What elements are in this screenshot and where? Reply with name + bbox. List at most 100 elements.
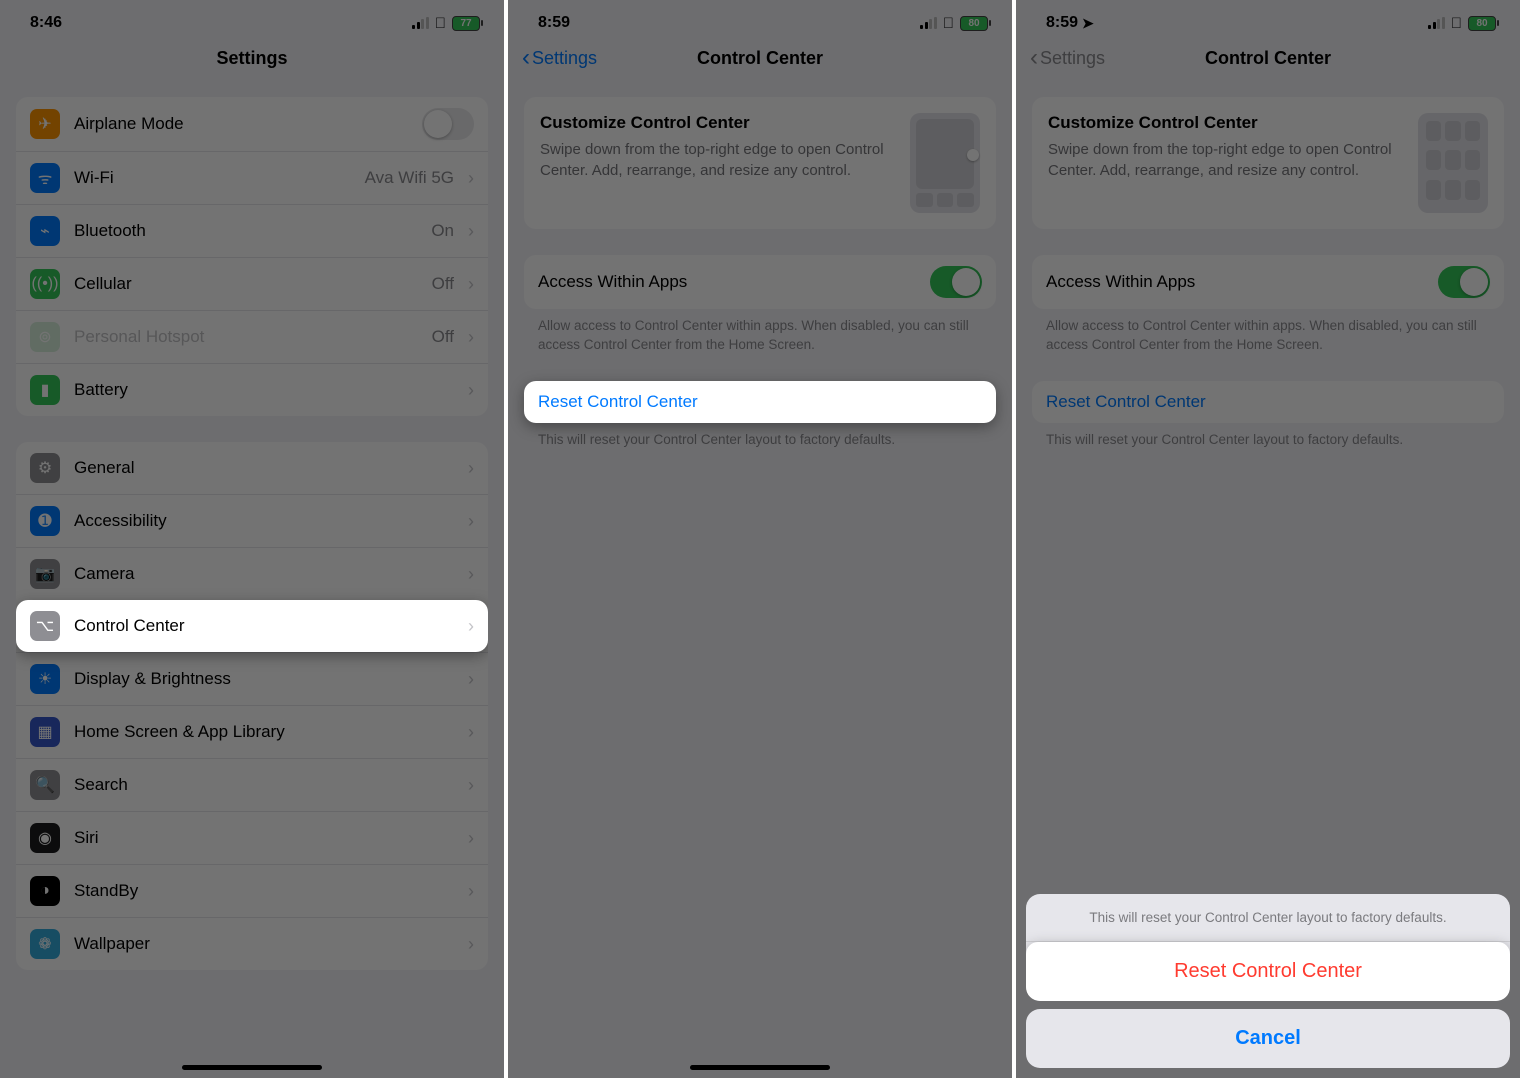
settings-row-camera[interactable]: 📷 Camera › — [16, 547, 488, 600]
access-icon: ➊ — [30, 506, 60, 536]
chevron-right-icon: › — [468, 722, 474, 743]
row-label: Wi-Fi — [74, 168, 351, 188]
settings-row-battery[interactable]: ▮ Battery › — [16, 363, 488, 416]
access-within-apps-cell: Access Within Apps — [524, 255, 996, 309]
wifi-icon: ᯤ — [30, 163, 60, 193]
settings-row-airplane-mode[interactable]: ✈Airplane Mode — [16, 97, 488, 151]
settings-row-cellular[interactable]: ((•))CellularOff› — [16, 257, 488, 310]
row-label: Bluetooth — [74, 221, 417, 241]
settings-row-wi-fi[interactable]: ᯤ Wi-Fi Ava Wifi 5G › — [16, 151, 488, 204]
bt-icon: ⌁ — [30, 216, 60, 246]
customize-title: Customize Control Center — [1048, 113, 1404, 133]
back-label: Settings — [532, 48, 597, 69]
sheet-cancel-button[interactable]: Cancel — [1026, 1009, 1510, 1068]
row-label: Camera — [74, 564, 454, 584]
wifi-icon: 􀙇 — [435, 15, 446, 32]
row-label: Display & Brightness — [74, 669, 454, 689]
cellular-signal-icon — [412, 17, 429, 29]
chevron-right-icon: › — [468, 458, 474, 479]
customize-body: Swipe down from the top-right edge to op… — [540, 139, 896, 181]
screenshot-control-center: 8:59 􀙇 80 ‹ Settings Control Center Cust… — [508, 0, 1016, 1078]
settings-row-siri[interactable]: ◉Siri› — [16, 811, 488, 864]
home-indicator[interactable] — [690, 1065, 830, 1070]
access-toggle[interactable] — [930, 266, 982, 298]
settings-row-home-screen-app-library[interactable]: ▦ Home Screen & App Library › — [16, 705, 488, 758]
camera-icon: 📷 — [30, 559, 60, 589]
chevron-right-icon: › — [468, 221, 474, 242]
chevron-right-icon: › — [468, 327, 474, 348]
chevron-right-icon: › — [468, 881, 474, 902]
row-value: On — [431, 221, 454, 241]
status-bar: 8:46 􀙇 77 — [0, 0, 504, 38]
access-label: Access Within Apps — [1046, 272, 1424, 292]
settings-row-control-center[interactable]: ⌥ Control Center › — [16, 600, 488, 652]
row-value: Off — [432, 327, 454, 347]
row-label: Personal Hotspot — [74, 327, 418, 347]
gear-icon: ⚙ — [30, 453, 60, 483]
customize-cell[interactable]: Customize Control Center Swipe down from… — [524, 97, 996, 229]
reset-label: Reset Control Center — [1046, 392, 1490, 412]
status-bar: 8:59 􀙇 80 — [508, 0, 1012, 38]
home-indicator[interactable] — [182, 1065, 322, 1070]
battery-icon: 80 — [960, 16, 988, 31]
row-label: Search — [74, 775, 454, 795]
wifi-icon: 􀙇 — [1451, 15, 1462, 32]
chevron-right-icon: › — [468, 669, 474, 690]
cc-icon: ⌥ — [30, 611, 60, 641]
row-label: Airplane Mode — [74, 114, 408, 134]
chevron-right-icon: › — [468, 616, 474, 637]
row-label: Control Center — [74, 616, 454, 636]
hotspot-icon: ⊚ — [30, 322, 60, 352]
battery-icon: 80 — [1468, 16, 1496, 31]
reset-control-center-cell[interactable]: Reset Control Center — [524, 381, 996, 423]
sheet-message: This will reset your Control Center layo… — [1026, 894, 1510, 942]
wall-icon: ❁ — [30, 929, 60, 959]
access-note: Allow access to Control Center within ap… — [1016, 309, 1520, 355]
reset-label: Reset Control Center — [538, 392, 982, 412]
reset-note: This will reset your Control Center layo… — [1016, 423, 1520, 450]
sheet-reset-button[interactable]: Reset Control Center — [1026, 942, 1510, 1001]
chevron-right-icon: › — [468, 564, 474, 585]
chevron-right-icon: › — [468, 168, 474, 189]
access-toggle — [1438, 266, 1490, 298]
back-button: ‹ Settings — [1030, 48, 1105, 69]
action-sheet: This will reset your Control Center layo… — [1026, 894, 1510, 1068]
search-icon: 🔍 — [30, 770, 60, 800]
customize-title: Customize Control Center — [540, 113, 896, 133]
battery-icon: ▮ — [30, 375, 60, 405]
settings-row-personal-hotspot[interactable]: ⊚ Personal Hotspot Off › — [16, 310, 488, 363]
back-label: Settings — [1040, 48, 1105, 69]
nav-bar: Settings — [0, 38, 504, 85]
settings-row-display-brightness[interactable]: ☀ Display & Brightness › — [16, 652, 488, 705]
reset-note: This will reset your Control Center layo… — [508, 423, 1012, 450]
back-button[interactable]: ‹ Settings — [522, 48, 597, 69]
settings-group-general: ⚙General›➊Accessibility› 📷 Camera › ⌥ Control… — [16, 442, 488, 970]
chevron-right-icon: › — [468, 274, 474, 295]
page-title: Settings — [216, 48, 287, 69]
standby-icon: ◑ — [30, 876, 60, 906]
status-time: 8:59 — [1046, 14, 1078, 32]
row-value: Ava Wifi 5G — [365, 168, 454, 188]
access-within-apps-cell: Access Within Apps — [1032, 255, 1504, 309]
location-icon: ➤ — [1082, 15, 1094, 32]
settings-row-accessibility[interactable]: ➊Accessibility› — [16, 494, 488, 547]
row-label: StandBy — [74, 881, 454, 901]
settings-row-bluetooth[interactable]: ⌁ Bluetooth On › — [16, 204, 488, 257]
display-icon: ☀ — [30, 664, 60, 694]
row-label: Wallpaper — [74, 934, 454, 954]
settings-row-wallpaper[interactable]: ❁Wallpaper› — [16, 917, 488, 970]
settings-row-standby[interactable]: ◑ StandBy › — [16, 864, 488, 917]
page-title: Control Center — [1205, 48, 1331, 69]
settings-row-search[interactable]: 🔍Search› — [16, 758, 488, 811]
cell-icon: ((•)) — [30, 269, 60, 299]
cellular-signal-icon — [1428, 17, 1445, 29]
row-toggle[interactable] — [422, 108, 474, 140]
chevron-right-icon: › — [468, 380, 474, 401]
chevron-right-icon: › — [468, 511, 474, 532]
status-time: 8:46 — [30, 14, 62, 32]
reset-control-center-cell: Reset Control Center — [1032, 381, 1504, 423]
row-label: Home Screen & App Library — [74, 722, 454, 742]
row-label: Battery — [74, 380, 454, 400]
home-icon: ▦ — [30, 717, 60, 747]
settings-row-general[interactable]: ⚙General› — [16, 442, 488, 494]
